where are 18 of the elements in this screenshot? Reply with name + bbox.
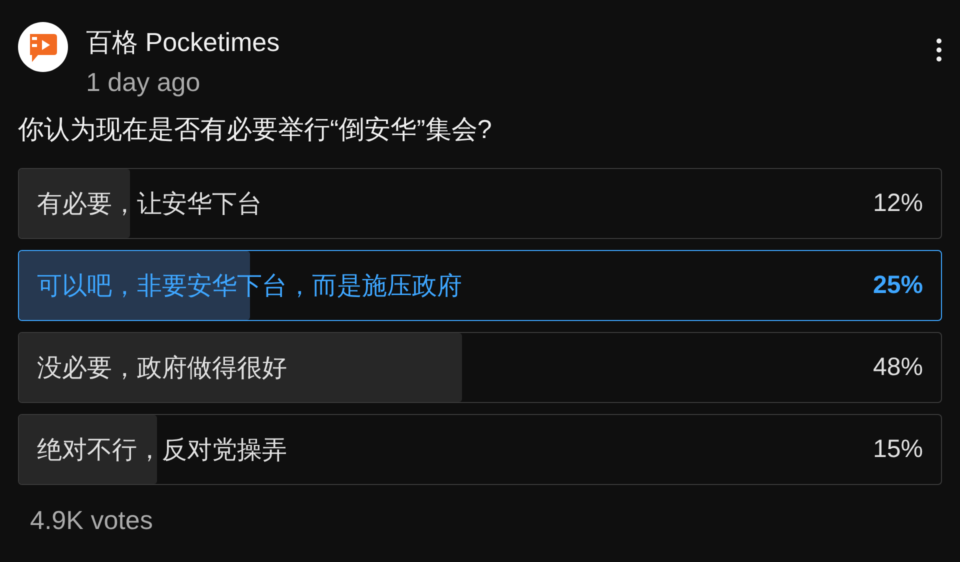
option-label: 有必要，让安华下台 xyxy=(37,189,262,220)
more-icon[interactable] xyxy=(936,38,942,62)
poll-option[interactable]: 绝对不行，反对党操弄 15% xyxy=(18,414,942,485)
option-label: 没必要，政府做得很好 xyxy=(37,353,287,384)
channel-name[interactable]: 百格 Pocketimes xyxy=(86,26,280,58)
option-percent: 48% xyxy=(872,353,923,382)
poll-option[interactable]: 有必要，让安华下台 12% xyxy=(18,168,942,239)
logo-icon xyxy=(18,22,68,72)
poll-option[interactable]: 可以吧，非要安华下台，而是施压政府 25% xyxy=(18,250,942,321)
poll-option[interactable]: 没必要，政府做得很好 48% xyxy=(18,332,942,403)
option-percent: 15% xyxy=(872,435,923,464)
poll-question: 你认为现在是否有必要举行“倒安华”集会? xyxy=(18,113,493,146)
option-label: 绝对不行，反对党操弄 xyxy=(37,435,287,466)
vote-count: 4.9K votes xyxy=(30,505,154,536)
post-time: 1 day ago xyxy=(86,66,202,98)
option-label: 可以吧，非要安华下台，而是施压政府 xyxy=(37,271,462,302)
option-percent: 25% xyxy=(872,271,923,300)
option-percent: 12% xyxy=(872,189,923,218)
